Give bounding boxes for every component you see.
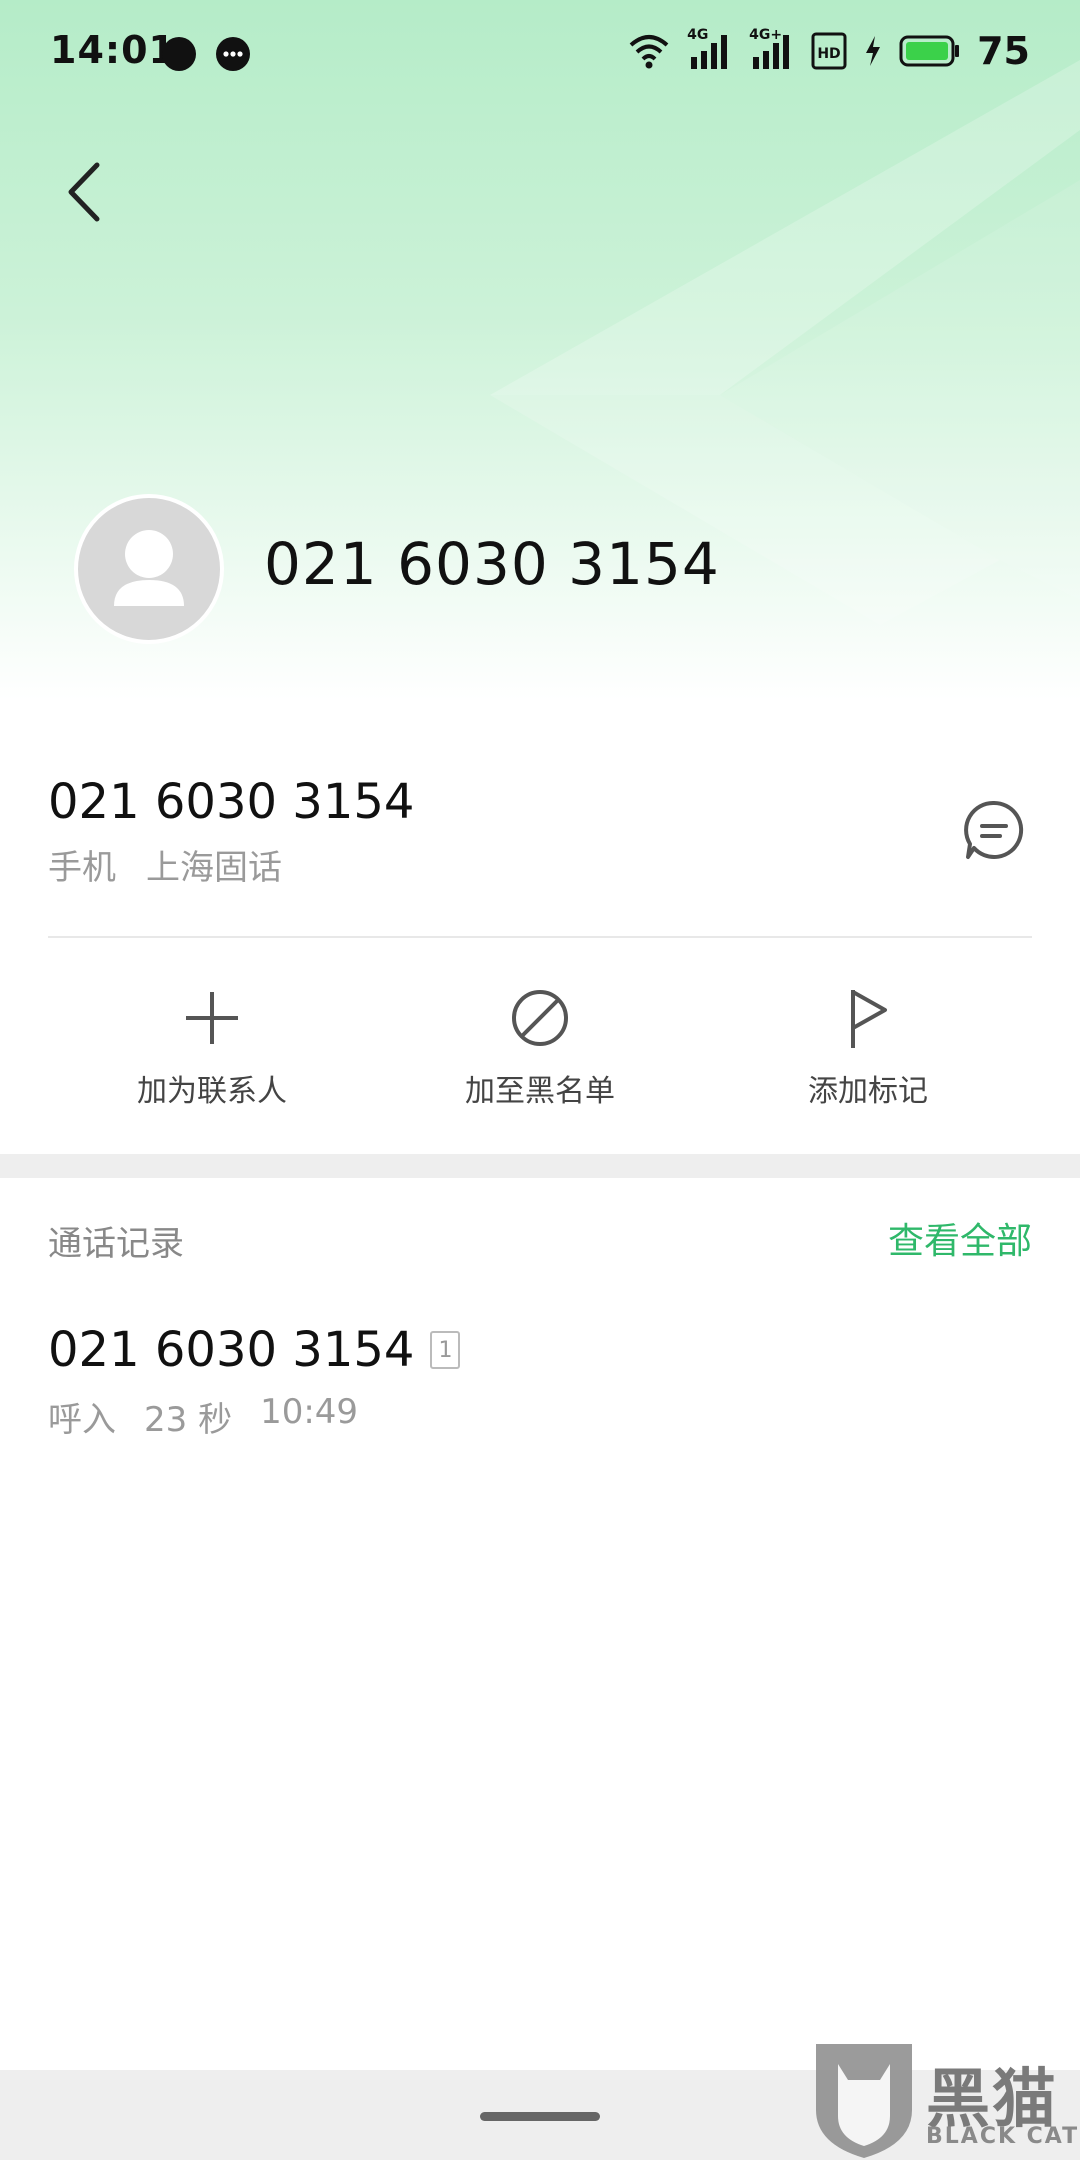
call-direction: 呼入 [48, 1400, 116, 1440]
add-contact-button[interactable]: 加为联系人 [82, 980, 342, 1110]
chat-bubble-icon [162, 37, 196, 71]
message-dots-icon [216, 37, 250, 71]
battery-percent: 75 [977, 29, 1030, 73]
battery-icon [899, 35, 960, 67]
call-log-title: 通话记录 [48, 1224, 184, 1264]
number-info: 手机 上海固话 [48, 840, 282, 889]
add-to-blacklist-label: 加至黑名单 [465, 1074, 615, 1109]
person-icon [114, 530, 184, 606]
call-time: 10:49 [260, 1392, 359, 1432]
call-duration: 23 秒 [144, 1400, 233, 1440]
sim-badge: 1 [430, 1331, 461, 1369]
status-bar: 14:01 4G 4G+ HD 75 [0, 0, 1080, 110]
action-bar: 加为联系人 加至黑名单 添加标记 [0, 980, 1080, 1120]
status-time: 14:01 [50, 28, 176, 72]
charging-icon [866, 36, 881, 66]
cat-shield-icon [816, 2044, 912, 2158]
add-to-blacklist-button[interactable]: 加至黑名单 [410, 980, 670, 1110]
call-log-row[interactable]: 021 6030 3154 1 呼入 23 秒 10:49 [48, 1322, 1032, 1441]
signal-icon: 4G+ [749, 27, 795, 71]
divider [48, 936, 1032, 938]
view-all-link[interactable]: 查看全部 [888, 1212, 1032, 1264]
phone-number[interactable]: 021 6030 3154 [48, 774, 414, 830]
avatar [74, 494, 224, 644]
message-icon [964, 800, 1024, 859]
block-icon [512, 990, 568, 1046]
call-log-number-line: 021 6030 3154 1 [48, 1322, 1032, 1378]
wifi-icon [629, 35, 669, 69]
home-gesture-handle[interactable] [480, 2112, 600, 2121]
call-log-details: 呼入 23 秒 10:49 [48, 1392, 1032, 1441]
number-type: 手机 [48, 848, 116, 888]
send-message-button[interactable] [956, 792, 1032, 868]
add-tag-label: 添加标记 [808, 1074, 928, 1109]
svg-text:HD: HD [817, 46, 840, 62]
watermark-text-en: BLACK CAT [926, 2124, 1080, 2149]
signal-icon: 4G [687, 27, 733, 71]
plus-icon [186, 992, 238, 1044]
chevron-left-icon [68, 162, 100, 222]
flag-icon [851, 990, 887, 1048]
hd-icon: HD [811, 32, 847, 70]
number-location: 上海固话 [146, 848, 282, 888]
watermark-logo: 黑猫 BLACK CAT [808, 2040, 1080, 2160]
add-tag-button[interactable]: 添加标记 [738, 980, 998, 1110]
call-log-number: 021 6030 3154 [48, 1322, 415, 1378]
add-contact-label: 加为联系人 [137, 1074, 287, 1109]
section-divider [0, 1154, 1080, 1178]
back-button[interactable] [44, 152, 124, 232]
contact-number-title: 021 6030 3154 [264, 530, 720, 598]
